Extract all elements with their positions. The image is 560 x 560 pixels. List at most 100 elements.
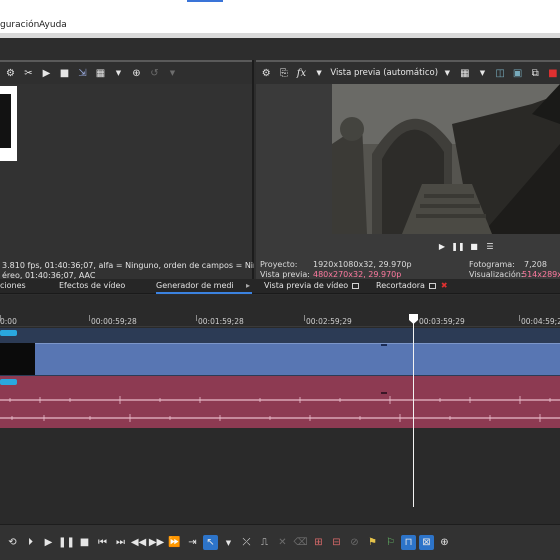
media-info-text: 3.810 fps, 01:40:36;07, alfa = Ninguno, … [2,261,254,281]
gear-icon[interactable]: ⚙ [3,66,18,81]
pause-icon[interactable]: ❚❚ [58,535,75,550]
menu-ayuda[interactable]: Ayuda [39,20,67,30]
fx-icon[interactable]: fx [294,66,309,81]
proyecto-label: Proyecto: [260,260,298,269]
stop-icon[interactable]: ■ [77,535,92,550]
play-icon[interactable]: ▶ [39,66,54,81]
forward-icon[interactable]: ▶▶ [149,535,164,550]
ruler-tick [519,315,520,321]
undock-icon[interactable] [352,283,360,289]
play-icon[interactable]: ▶ [436,240,448,252]
media-explorer-pane: ⚙ ✂ ▶ ■ ⇲ ▦ ▼ ⊕ ↺ ▼ [0,60,254,293]
tab-efectos-video[interactable]: Efectos de vídeo [59,281,125,290]
stop-icon[interactable]: ■ [57,66,72,81]
playhead-handle[interactable] [409,314,418,324]
video-clip[interactable] [0,343,560,375]
dropdown-icon[interactable]: ▼ [221,535,236,550]
active-tab-indicator [156,292,252,294]
tab-recortadora-label: Recortadora [376,281,425,290]
import-icon[interactable]: ⇲ [75,66,90,81]
ruler-label: 00:01:59;28 [198,317,244,326]
video-preview-frame[interactable] [332,84,560,234]
red-stop-icon[interactable]: ■ [546,66,560,81]
dropdown-icon[interactable]: ▼ [111,66,126,81]
split-icon[interactable]: ⎍ [257,535,272,550]
menu-separator [0,33,560,38]
autoripple-icon[interactable]: ⊠ [419,535,434,550]
ruler-tick [89,315,90,321]
list-icon[interactable]: ☰ [484,240,496,252]
ruler-label: 00:03:59;29 [419,317,465,326]
play-from-start-icon[interactable]: ⏵ [23,535,38,550]
stop-icon[interactable]: ■ [468,240,480,252]
prev-frame-icon[interactable]: ⏮ [95,535,110,550]
undo-icon[interactable]: ↺ [147,66,162,81]
ruler-label: 00:00:59;28 [91,317,137,326]
trim-end-icon[interactable]: ⊟ [329,535,344,550]
video-track-header[interactable] [0,330,17,336]
tab-scroll-arrow[interactable]: ▸ [246,281,250,290]
region-icon[interactable]: ⚐ [383,535,398,550]
ignore-icon[interactable]: ⊘ [347,535,362,550]
play-icon[interactable]: ▶ [41,535,56,550]
zoom-icon[interactable]: ⊕ [129,66,144,81]
clip-marker [381,344,387,346]
window-accent [187,0,223,2]
preview-controls: ▶ ❚❚ ■ ☰ [436,240,496,252]
rewind-icon[interactable]: ◀◀ [131,535,146,550]
video-clip-thumbnail [0,343,35,375]
preview-toolbar: ⚙ ⎘ fx ▼ Vista previa (automático) ▼ ▦ ▼… [256,60,560,84]
playhead-line[interactable] [413,315,414,507]
dropdown-icon[interactable]: ▼ [165,66,180,81]
copy-frame-icon[interactable]: ⧉ [528,66,543,81]
media-toolbar: ⚙ ✂ ▶ ■ ⇲ ▦ ▼ ⊕ ↺ ▼ [0,60,252,84]
ruler-label: 00:04:59;29 [521,317,560,326]
gear-icon[interactable]: ⚙ [259,66,274,81]
save-icon[interactable]: ▣ [510,66,525,81]
next-frame-icon[interactable]: ⏭ [113,535,128,550]
view-icon[interactable]: ▦ [93,66,108,81]
preview-mode-label[interactable]: Vista previa (automático) [330,68,438,78]
transport-toolbar: ⟲ ⏵ ▶ ❚❚ ■ ⏮ ⏭ ◀◀ ▶▶ ⏩ ⇥ ↖ ▼ ⤫ ⎍ ✕ ⌫ ⊞ ⊟… [0,524,560,560]
ruler-tick [304,315,305,321]
docking-tabs: ciones Efectos de vídeo Generador de med… [0,279,560,294]
trim-icon[interactable]: ⊞ [311,535,326,550]
loop-icon[interactable]: ⟲ [5,535,20,550]
marker-icon[interactable]: ⚑ [365,535,380,550]
snap-icon[interactable]: ⊓ [401,535,416,550]
dropdown-icon[interactable]: ▼ [312,66,327,81]
ruler-tick [196,315,197,321]
tab-transiciones[interactable]: ciones [0,281,26,290]
ruler-label: 0:00 [0,317,17,326]
media-info-line1: 3.810 fps, 01:40:36;07, alfa = Ninguno, … [2,261,254,270]
tab-generador-medios[interactable]: Generador de medi [156,281,234,290]
pause-icon[interactable]: ❚❚ [451,240,464,252]
audio-track-header[interactable] [0,379,17,385]
lock-icon[interactable]: ✕ [275,535,290,550]
menu-configuracion[interactable]: guración [0,20,39,30]
timeline-ruler[interactable]: 0:00 00:00:59;28 00:01:59;28 00:02:59;29… [0,315,560,327]
proyecto-value: 1920x1080x32, 29.970p [313,260,412,269]
fotograma-label: Fotograma: [469,260,515,269]
tab-vista-previa-video[interactable]: Vista previa de vídeo [264,281,360,290]
normal-edit-icon[interactable]: ↖ [203,535,218,550]
fotograma-value: 7,208 [524,260,547,269]
media-thumbnail[interactable] [0,86,17,161]
close-icon[interactable]: ✖ [441,281,448,290]
crop-icon[interactable]: ✂ [21,66,36,81]
delete-icon[interactable]: ⌫ [293,535,308,550]
ruler-label: 00:02:59;29 [306,317,352,326]
menu-bar: guración Ayuda [0,0,560,38]
undock-icon[interactable] [428,283,436,289]
frame-step-icon[interactable]: ⇥ [185,535,200,550]
copy-icon[interactable]: ⎘ [277,66,292,81]
tab-vista-previa-label: Vista previa de vídeo [264,281,349,290]
split-icon[interactable]: ◫ [493,66,508,81]
dropdown-icon[interactable]: ▼ [440,66,455,81]
envelope-icon[interactable]: ⤫ [239,535,254,550]
dropdown-icon[interactable]: ▼ [475,66,490,81]
grid-icon[interactable]: ▦ [458,66,473,81]
end-icon[interactable]: ⏩ [167,535,182,550]
tab-recortadora[interactable]: Recortadora ✖ [376,281,448,290]
zoom-icon[interactable]: ⊕ [437,535,452,550]
